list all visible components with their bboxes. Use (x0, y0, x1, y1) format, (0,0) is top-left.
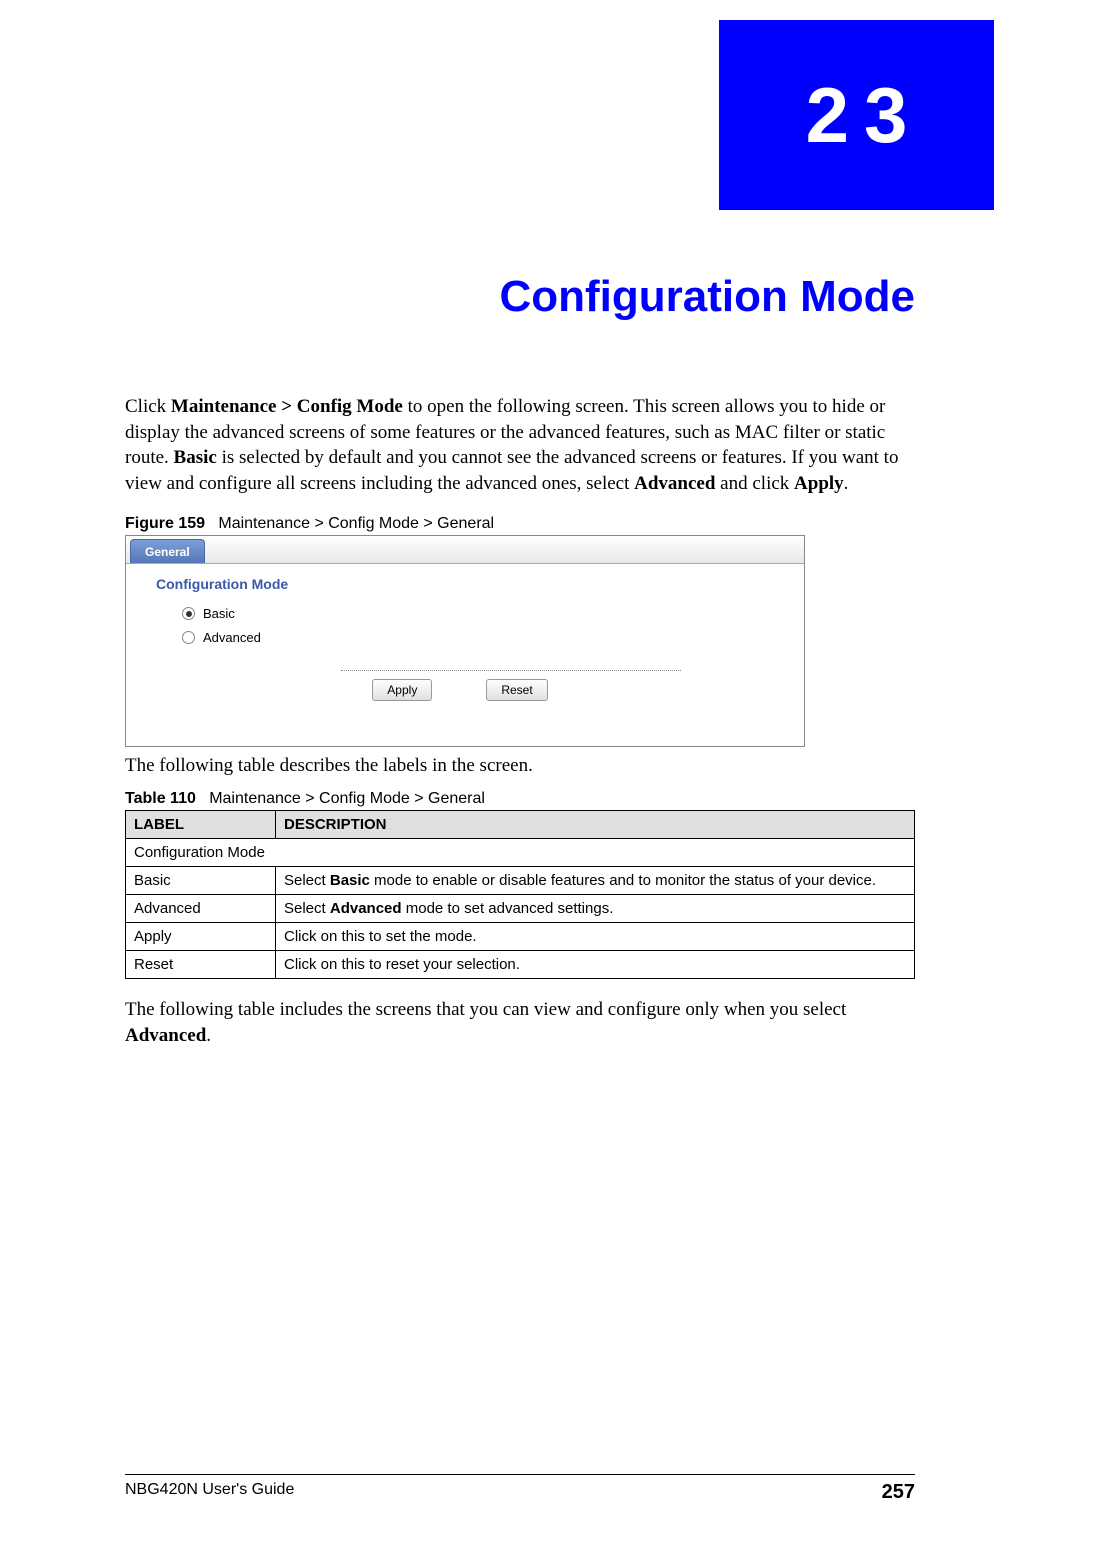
after-figure-text: The following table describes the labels… (125, 753, 915, 779)
bold-term: Advanced (634, 473, 715, 494)
table-row: ApplyClick on this to set the mode. (126, 923, 915, 951)
page-footer: NBG420N User's Guide 257 (125, 1474, 915, 1504)
radio-row[interactable]: Advanced (182, 626, 804, 650)
bold-term: Advanced (330, 900, 402, 917)
figure-label: Figure 159 (125, 515, 205, 532)
bold-term: Maintenance > Config Mode (171, 396, 403, 417)
table-label-cell: Basic (126, 867, 276, 895)
after-table-post: . (206, 1025, 211, 1046)
description-table: LABEL DESCRIPTION Configuration ModeBasi… (125, 810, 915, 979)
figure-caption: Figure 159 Maintenance > Config Mode > G… (125, 515, 915, 533)
table-header-description: DESCRIPTION (276, 811, 915, 839)
apply-button[interactable]: Apply (372, 679, 432, 701)
tab-general[interactable]: General (130, 539, 205, 563)
content-area: Configuration Mode Click Maintenance > C… (125, 240, 915, 1060)
reset-button[interactable]: Reset (486, 679, 547, 701)
footer-guide-name: NBG420N User's Guide (125, 1481, 294, 1504)
chapter-number-box: 23 (719, 20, 994, 210)
after-table-pre: The following table includes the screens… (125, 999, 846, 1020)
divider (341, 670, 681, 671)
panel-heading: Configuration Mode (126, 564, 804, 602)
chapter-number: 23 (806, 70, 923, 161)
table-desc-cell: Select Advanced mode to set advanced set… (276, 895, 915, 923)
table-header-label: LABEL (126, 811, 276, 839)
radio-icon[interactable] (182, 631, 195, 644)
button-row: Apply Reset (126, 679, 804, 701)
bold-term: Basic (330, 872, 370, 889)
radio-group: Basic Advanced (126, 602, 804, 650)
chapter-title: Configuration Mode (125, 272, 915, 322)
after-table-text: The following table includes the screens… (125, 997, 915, 1048)
table-label: Table 110 (125, 790, 196, 807)
radio-label: Advanced (203, 630, 261, 645)
table-row: Configuration Mode (126, 839, 915, 867)
figure-caption-text: Maintenance > Config Mode > General (218, 515, 494, 532)
table-row: BasicSelect Basic mode to enable or disa… (126, 867, 915, 895)
table-row: ResetClick on this to reset your selecti… (126, 951, 915, 979)
intro-paragraph: Click Maintenance > Config Mode to open … (125, 394, 915, 497)
radio-label: Basic (203, 606, 235, 621)
table-label-cell: Advanced (126, 895, 276, 923)
table-desc-cell: Select Basic mode to enable or disable f… (276, 867, 915, 895)
radio-row[interactable]: Basic (182, 602, 804, 626)
bold-term: Apply (794, 473, 844, 494)
table-caption-text: Maintenance > Config Mode > General (209, 790, 485, 807)
tab-row: General (126, 536, 804, 564)
table-desc-cell: Click on this to reset your selection. (276, 951, 915, 979)
bold-term: Basic (174, 447, 217, 468)
table-section-cell: Configuration Mode (126, 839, 915, 867)
table-caption: Table 110 Maintenance > Config Mode > Ge… (125, 790, 915, 808)
table-row: AdvancedSelect Advanced mode to set adva… (126, 895, 915, 923)
after-table-bold: Advanced (125, 1025, 206, 1046)
page-number: 257 (882, 1481, 915, 1504)
embedded-screenshot: General Configuration Mode Basic Advanced… (125, 535, 805, 747)
table-label-cell: Reset (126, 951, 276, 979)
radio-icon[interactable] (182, 607, 195, 620)
table-desc-cell: Click on this to set the mode. (276, 923, 915, 951)
table-label-cell: Apply (126, 923, 276, 951)
